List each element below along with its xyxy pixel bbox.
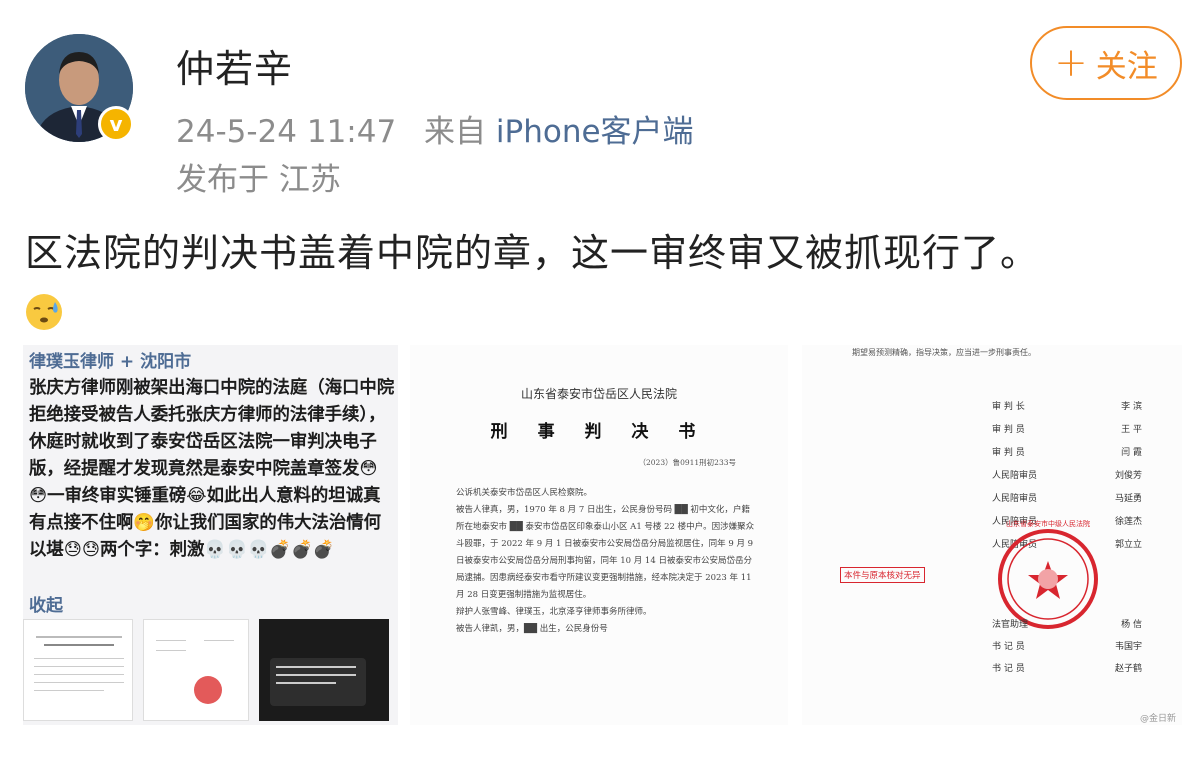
clerk-list: 法官助理杨 信 书 记 员韦国宇 书 记 员赵子鹤 (992, 617, 1142, 683)
sweat-face-emoji-icon (24, 292, 64, 332)
document-para-1: 公诉机关泰安市岱岳区人民检察院。 (456, 488, 593, 498)
image1-thumb-dark-screenshot (259, 619, 389, 721)
document-title: 刑 事 判 决 书 (490, 422, 708, 442)
document-para-4: 被告人律凯，男，██ 出生，公民身份号 (456, 624, 608, 634)
verified-badge-icon: v (98, 106, 134, 142)
document-para-3: 辩护人张雪峰、律璞玉，北京泽亨律师事务所律师。 (456, 607, 652, 617)
judge-row: 审 判 长李 滨 (992, 402, 1142, 412)
court-seal-icon: 山东省泰安市中级人民法院 (998, 520, 1098, 629)
clerk-row: 书 记 员赵子鹤 (992, 664, 1142, 674)
document-para-2: 被告人律真，男，1970 年 8 月 7 日出生，公民身份号码 ██ 初中文化，… (456, 505, 755, 600)
follow-button[interactable]: + 关注 (1030, 26, 1182, 100)
post-image-2[interactable]: 山东省泰安市岱岳区人民法院 刑 事 判 决 书 （2023）鲁0911刑初233… (410, 345, 788, 725)
post-image-3[interactable]: 期望易预测精确，指导决策，应当进一步刑事责任。 审 判 长李 滨 审 判 员王 … (802, 345, 1182, 725)
author-name[interactable]: 仲若辛 (176, 38, 293, 93)
image1-thumb-document (23, 619, 133, 721)
follow-label: 关注 (1095, 48, 1158, 85)
document-body: 公诉机关泰安市岱岳区人民检察院。 被告人律真，男，1970 年 8 月 7 日出… (456, 485, 756, 638)
judge-row: 审 判 员闫 霞 (992, 448, 1142, 458)
post-location: 发布于 江苏 (176, 162, 341, 198)
post-meta: 24-5-24 11:47 来自 iPhone客户端 (176, 106, 694, 151)
clerk-row: 书 记 员韦国宇 (992, 642, 1142, 652)
judge-row: 人民陪审员 刘俊芳 (992, 471, 1142, 481)
source-prefix: 来自 (424, 114, 487, 150)
seal-text: 山东省泰安市中级人民法院 (1006, 520, 1090, 528)
signature-page-top-line: 期望易预测精确，指导决策，应当进一步刑事责任。 (852, 348, 1036, 357)
plus-icon: + (1054, 40, 1088, 86)
clerk-row: 法官助理杨 信 (992, 620, 1142, 630)
judge-row: 审 判 员王 平 (992, 425, 1142, 435)
judge-row: 人民陪审员 马延勇 (992, 494, 1142, 504)
case-number: （2023）鲁0911刑初233号 (638, 458, 737, 467)
image-watermark: @金日新 (1139, 714, 1176, 724)
court-name: 山东省泰安市岱岳区人民法院 (520, 387, 677, 401)
post-image-1[interactable]: 律璞玉律师 + 沈阳市 张庆方律师刚被架出海口中院的法庭（海口中院拒绝接受被告人… (23, 345, 398, 725)
image1-fold-link: 收起 (29, 596, 63, 616)
verification-stamp: 本件与原本核对无异 (840, 567, 925, 583)
post-source[interactable]: iPhone客户端 (496, 114, 694, 150)
image1-thumb-seal-page (143, 619, 249, 721)
post-timestamp: 24-5-24 11:47 (176, 114, 397, 150)
image1-body-text: 张庆方律师刚被架出海口中院的法庭（海口中院拒绝接受被告人委托张庆方律师的法律手续… (29, 378, 395, 560)
post-text: 区法院的判决书盖着中院的章，这一审终审又被抓现行了。 (25, 231, 1040, 275)
image1-header: 律璞玉律师 + 沈阳市 (29, 352, 192, 372)
